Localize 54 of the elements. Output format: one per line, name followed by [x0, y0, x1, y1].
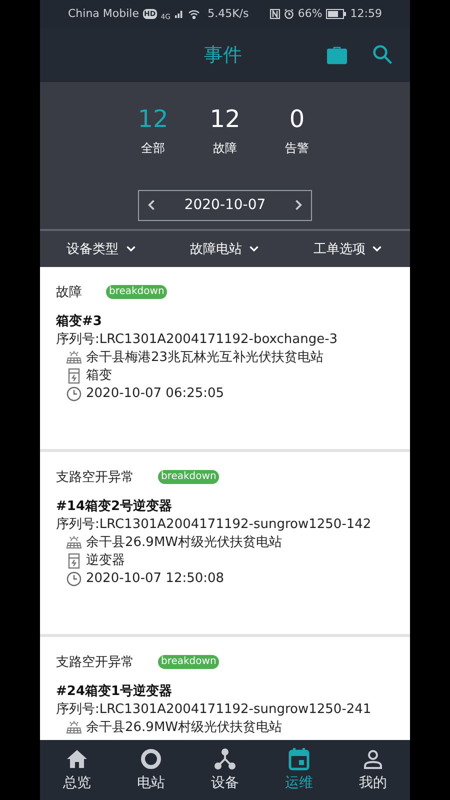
nav-tab[interactable]: 运维	[285, 746, 313, 794]
event-time: 2020-10-07 06:25:05	[86, 385, 224, 404]
nav-tab[interactable]: 我的	[359, 746, 387, 794]
calendar-icon	[287, 746, 311, 771]
event-type: 支路空开异常	[56, 654, 134, 672]
alarm-icon	[284, 8, 294, 19]
circle-icon	[139, 746, 163, 771]
device-type: 逆变器	[86, 552, 125, 570]
nav-tab[interactable]: 电站	[137, 746, 165, 794]
event-type: 故障	[56, 284, 82, 302]
battery-percent: 66%	[298, 6, 322, 22]
device-type: 箱变	[86, 367, 112, 386]
date-picker[interactable]: 2020-10-07	[138, 190, 312, 221]
station-name: 余干县26.9MW村级光伏扶贫电站	[86, 534, 282, 552]
station-name: 余干县26.9MW村级光伏扶贫电站	[86, 719, 282, 738]
nfc-icon	[270, 8, 280, 19]
status-badge: breakdown	[158, 470, 220, 484]
status-badge: breakdown	[158, 655, 220, 670]
serial-number: 序列号:LRC1301A2004171192-boxchange-3	[56, 331, 339, 350]
clock-icon	[66, 571, 82, 588]
carrier-name: China Mobile	[68, 6, 140, 22]
solar-panel-icon	[66, 720, 82, 736]
filter-dropdown[interactable]: 设备类型	[66, 240, 137, 260]
device-name: 箱变#3	[56, 313, 103, 332]
station-name: 余干县梅港23兆瓦林光互补光伏扶贫电站	[86, 349, 324, 368]
event-time: 2020-10-07 12:50:08	[86, 570, 224, 588]
signal-icon	[174, 9, 184, 18]
clock-time: 12:59	[350, 6, 382, 22]
date-label: 2020-10-07	[184, 196, 266, 215]
stat-tab[interactable]: 12 全部	[132, 104, 174, 157]
event-type: 支路空开异常	[56, 468, 134, 487]
solar-panel-icon	[66, 350, 82, 366]
filter-dropdown[interactable]: 故障电站	[190, 240, 260, 260]
solar-panel-icon	[66, 535, 82, 552]
search-button[interactable]	[372, 44, 394, 66]
serial-number: 序列号:LRC1301A2004171192-sungrow1250-241	[56, 701, 372, 720]
stat-tab[interactable]: 12 故障	[204, 104, 246, 157]
filter-dropdown[interactable]: 工单选项	[313, 240, 384, 260]
cabinet-icon	[66, 368, 82, 384]
network-icon	[213, 746, 237, 771]
clock-icon	[66, 386, 82, 402]
network-speed: 5.45K/s	[208, 6, 249, 22]
nav-tab[interactable]: 设备	[211, 746, 239, 794]
briefcase-button[interactable]	[326, 44, 348, 65]
stat-tab[interactable]: 0 告警	[276, 104, 318, 157]
status-badge: breakdown	[106, 285, 168, 300]
nav-tab[interactable]: 总览	[63, 746, 91, 794]
cabinet-icon	[66, 553, 82, 570]
page-title: 事件	[204, 42, 242, 68]
device-name: #14箱变2号逆变器	[56, 498, 174, 516]
serial-number: 序列号:LRC1301A2004171192-sungrow1250-142	[56, 516, 372, 534]
device-name: #24箱变1号逆变器	[56, 683, 174, 702]
wifi-icon	[188, 8, 200, 19]
battery-icon	[326, 8, 346, 19]
